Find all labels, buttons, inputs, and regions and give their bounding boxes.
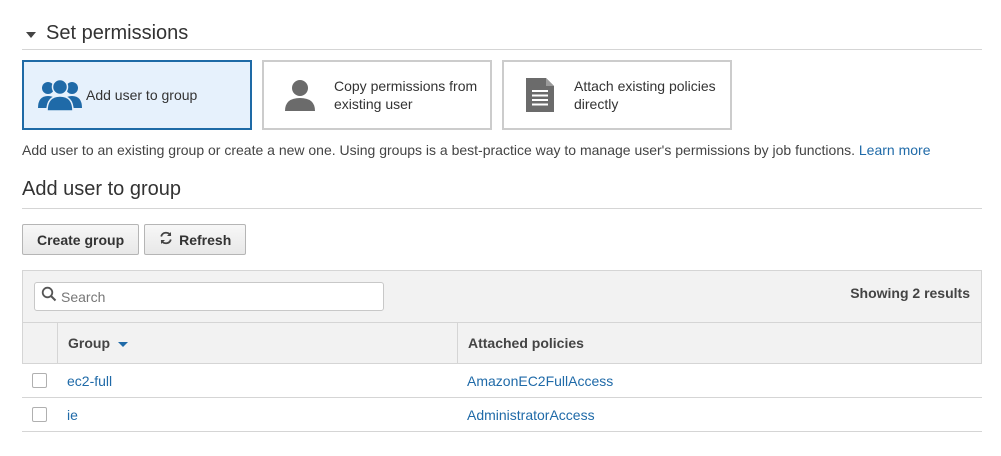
column-header-policies-label: Attached policies — [468, 335, 584, 351]
sort-descending-icon[interactable] — [118, 341, 128, 347]
refresh-icon — [159, 231, 173, 248]
column-header-group[interactable]: Group — [58, 323, 458, 363]
groups-table: Showing 2 results Group Attached policie… — [22, 270, 982, 432]
row-checkbox-cell — [22, 398, 57, 431]
column-header-group-label: Group — [68, 335, 110, 351]
set-permissions-header[interactable]: Set permissions — [22, 20, 982, 50]
option-label-line2: directly — [574, 96, 619, 112]
group-cell: ec2-full — [57, 364, 457, 397]
option-label-line1: Copy permissions from — [334, 78, 478, 94]
search-input[interactable] — [57, 287, 383, 306]
policies-cell: AdministratorAccess — [457, 398, 982, 431]
policy-link[interactable]: AdministratorAccess — [467, 407, 595, 423]
option-label: Attach existing policies directly — [564, 77, 716, 113]
policy-link[interactable]: AmazonEC2FullAccess — [467, 373, 613, 389]
option-label-line1: Attach existing policies — [574, 78, 716, 94]
add-user-to-group-header: Add user to group — [22, 176, 982, 209]
refresh-label: Refresh — [179, 231, 232, 248]
option-attach-policies[interactable]: Attach existing policies directly — [502, 60, 732, 130]
user-icon — [276, 75, 324, 115]
collapse-caret-icon[interactable] — [26, 32, 36, 38]
option-label-line2: existing user — [334, 96, 413, 112]
description-text: Add user to an existing group or create … — [22, 142, 855, 158]
section-title: Set permissions — [46, 22, 189, 44]
row-checkbox[interactable] — [32, 373, 47, 388]
table-toolbar: Showing 2 results — [22, 270, 982, 322]
column-header-policies: Attached policies — [458, 323, 981, 363]
group-actions: Create group Refresh — [22, 224, 247, 255]
group-link[interactable]: ec2-full — [67, 373, 112, 389]
refresh-button[interactable]: Refresh — [144, 224, 247, 255]
search-box[interactable] — [34, 282, 384, 311]
option-label: Add user to group — [86, 87, 198, 103]
search-icon — [41, 286, 57, 307]
learn-more-link[interactable]: Learn more — [859, 142, 931, 158]
group-link[interactable]: ie — [67, 407, 78, 423]
permissions-description: Add user to an existing group or create … — [22, 142, 930, 158]
option-add-user-to-group[interactable]: Add user to group — [22, 60, 252, 130]
permission-options: Add user to group Copy permissions from … — [22, 60, 732, 130]
option-copy-permissions[interactable]: Copy permissions from existing user — [262, 60, 492, 130]
table-header: Group Attached policies — [22, 322, 982, 364]
create-group-button[interactable]: Create group — [22, 224, 140, 255]
option-label: Copy permissions from existing user — [324, 77, 477, 113]
results-count: Showing 2 results — [850, 285, 970, 301]
subsection-title: Add user to group — [22, 178, 181, 200]
group-cell: ie — [57, 398, 457, 431]
policies-cell: AmazonEC2FullAccess — [457, 364, 982, 397]
row-checkbox-cell — [22, 364, 57, 397]
group-icon — [36, 75, 84, 115]
document-icon — [516, 75, 564, 115]
table-row: ec2-full AmazonEC2FullAccess — [22, 364, 982, 398]
row-checkbox[interactable] — [32, 407, 47, 422]
table-row: ie AdministratorAccess — [22, 398, 982, 432]
header-checkbox-cell — [23, 323, 58, 363]
create-group-label: Create group — [37, 231, 125, 248]
